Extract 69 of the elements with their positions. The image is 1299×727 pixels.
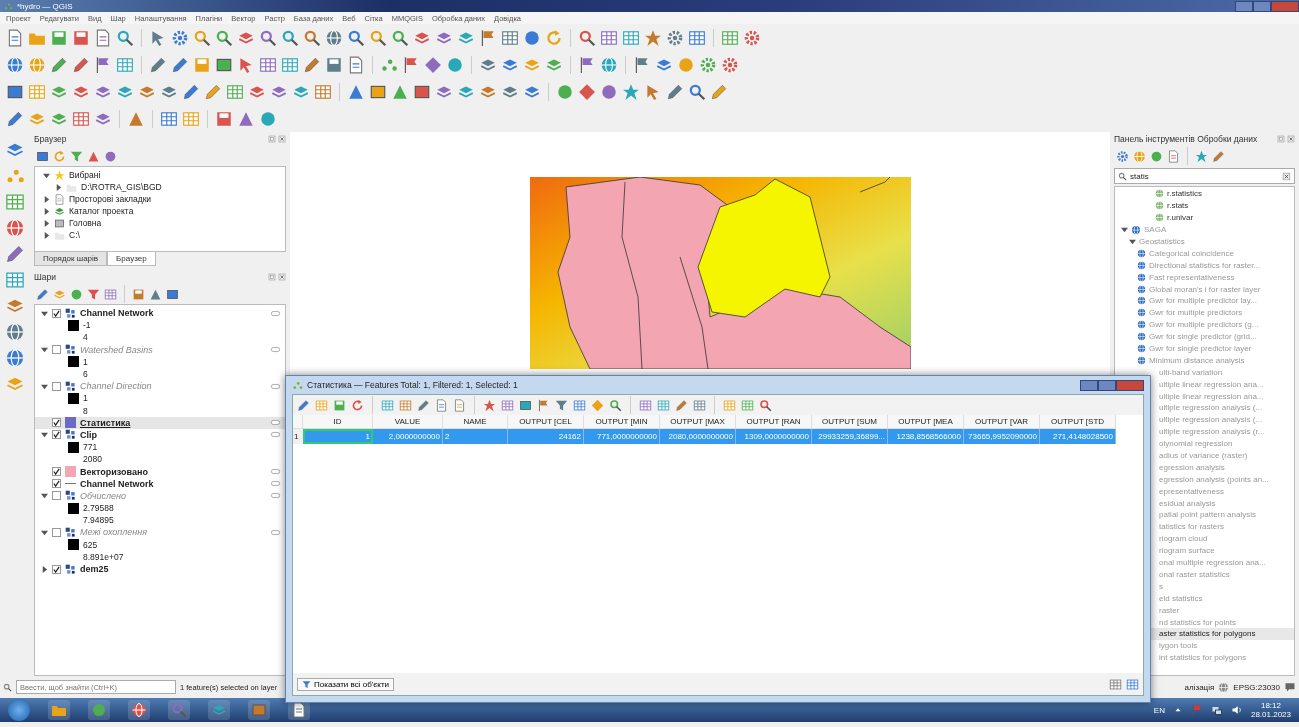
render-label[interactable]: алізація [1184,682,1215,692]
panel-title: Панель інструментів Обробки даних [1114,134,1258,144]
crs-button[interactable]: EPSG:23030 [1233,682,1280,692]
clock-date[interactable]: 28.01.2023 [1250,710,1291,719]
column-header[interactable]: OUTPUT [MAX [660,415,736,429]
legend-label: 6 [83,369,88,380]
table-cell: 1309,0000000000 [736,429,812,444]
browser-item[interactable]: Вибрані [69,170,101,180]
filter-button[interactable]: Показати всі об'єкти [297,677,395,691]
layer-row[interactable]: Channel Direction [35,380,285,393]
browser-item[interactable]: C:\ [69,230,80,240]
panel-tab[interactable]: Браузер [107,252,156,266]
legend-label: 7.94895 [83,515,114,526]
table-cell: 73665,9952090000 [964,429,1040,444]
table-cell: 771,0000000000 [584,429,660,444]
column-header[interactable]: OUTPUT [STD [1040,415,1116,429]
layer-row[interactable]: Обчислено [35,489,285,502]
column-header[interactable]: OUTPUT [SUM [812,415,888,429]
legend-label: 625 [83,539,98,550]
table-cell: 2 [443,429,508,444]
layer-row[interactable]: Watershed Basins [35,343,285,356]
panel-title: Шари [34,272,56,282]
legend-label: 8.891e+07 [83,551,124,562]
layer-row[interactable]: Межі охоплення [35,526,285,539]
panel-tab[interactable]: Порядок шарів [34,252,108,266]
browser-item[interactable]: Головна [69,218,102,228]
layer-row[interactable]: Channel Network [35,307,285,320]
column-header[interactable]: OUTPUT [MIN [584,415,660,429]
search-field[interactable]: statis [1114,168,1295,184]
window-title: Статистика — Features Total: 1, Filtered: 1, Selected: 1 [307,380,518,390]
panel-title: Браузер [34,134,67,144]
column-header[interactable]: OUTPUT [VAR [964,415,1040,429]
column-header[interactable]: NAME [443,415,508,429]
legend-label: 4 [83,332,88,343]
legend-label: 1 [83,393,88,404]
window-title: *hydro — QGIS [17,1,73,11]
legend-label: 2.79588 [83,503,114,514]
table-cell: 1238,8568566000 [888,429,964,444]
legend-label: 1 [83,356,88,367]
table-row[interactable]: 1 1 2,0000000000 2 24162 771,0000000000 2080,0000000000 1309,0000000000 29933259,36899... 1238,8568566000 73665,9952090000 271,4148028500 [293,429,1143,444]
browser-item[interactable]: D:\ROTRA_GIS\BGD [81,182,162,192]
clock-time[interactable]: 18:12 [1260,701,1281,710]
layer-row[interactable]: Статистика [35,416,285,429]
legend-label: 8 [83,405,88,416]
legend-label: 2080 [83,454,102,465]
layer-row[interactable]: dem25 [35,562,285,576]
legend-label: 771 [83,442,98,453]
column-header[interactable]: VALUE [373,415,443,429]
row-header[interactable]: 1 [293,429,303,444]
column-header[interactable]: OUTPUT [CEL [508,415,584,429]
language-indicator[interactable]: EN [1153,705,1165,715]
table-cell: 29933259,36899... [812,429,888,444]
algorithm-item[interactable]: r.statistics [1167,189,1203,199]
layer-row[interactable]: Векторизовано [35,465,285,478]
algorithm-item[interactable]: r.univar [1167,213,1194,223]
layer-row[interactable]: Channel Network [35,477,285,490]
browser-item[interactable]: Просторові закладки [69,194,152,204]
column-header[interactable]: OUTPUT [MEA [888,415,964,429]
table-cell: 2080,0000000000 [660,429,736,444]
table-cell: 1 [303,429,373,444]
table-cell: 2,0000000000 [373,429,443,444]
column-header[interactable]: ID [303,415,373,429]
table-cell: 24162 [508,429,584,444]
table-cell: 271,4148028500 [1040,429,1116,444]
algorithm-item[interactable]: r.stats [1167,201,1189,211]
legend-label: -1 [83,320,91,331]
layer-row[interactable]: Clip [35,428,285,442]
browser-item[interactable]: Каталог проекта [69,206,134,216]
column-header[interactable]: OUTPUT [RAN [736,415,812,429]
